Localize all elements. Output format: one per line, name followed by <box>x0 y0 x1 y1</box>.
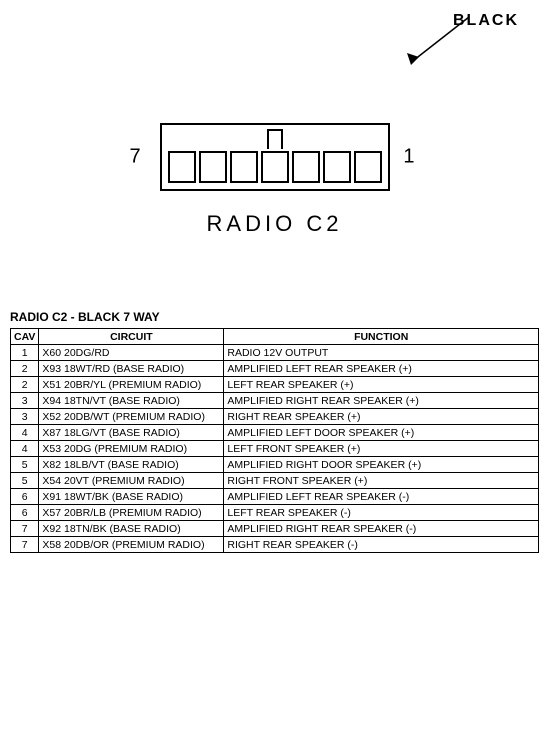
cell-circuit: X51 20BR/YL (PREMIUM RADIO) <box>39 377 224 393</box>
cell-function: LEFT FRONT SPEAKER (+) <box>224 441 539 457</box>
table-row: 5X82 18LB/VT (BASE RADIO)AMPLIFIED RIGHT… <box>11 457 539 473</box>
connector-pin-2 <box>199 151 227 183</box>
connector-diagram: 7 1 <box>160 123 390 191</box>
cell-circuit: X58 20DB/OR (PREMIUM RADIO) <box>39 537 224 553</box>
cell-circuit: X57 20BR/LB (PREMIUM RADIO) <box>39 505 224 521</box>
arrow-diagram <box>339 5 519 85</box>
cell-cav: 4 <box>11 425 39 441</box>
diagram-area: BLACK 7 1 <box>0 0 549 300</box>
header-function: FUNCTION <box>224 329 539 345</box>
cell-cav: 2 <box>11 361 39 377</box>
table-row: 3X94 18TN/VT (BASE RADIO)AMPLIFIED RIGHT… <box>11 393 539 409</box>
cell-cav: 4 <box>11 441 39 457</box>
cell-cav: 6 <box>11 489 39 505</box>
table-row: 7X92 18TN/BK (BASE RADIO)AMPLIFIED RIGHT… <box>11 521 539 537</box>
cell-function: RIGHT FRONT SPEAKER (+) <box>224 473 539 489</box>
connector-pin-7 <box>354 151 382 183</box>
radio-label: RADIO C2 <box>207 211 343 237</box>
connector-pin-4 <box>261 151 289 183</box>
connector-pins-row <box>168 151 382 183</box>
table-row: 2X93 18WT/RD (BASE RADIO)AMPLIFIED LEFT … <box>11 361 539 377</box>
cell-circuit: X54 20VT (PREMIUM RADIO) <box>39 473 224 489</box>
cell-circuit: X91 18WT/BK (BASE RADIO) <box>39 489 224 505</box>
header-cav: CAV <box>11 329 39 345</box>
cell-function: AMPLIFIED LEFT DOOR SPEAKER (+) <box>224 425 539 441</box>
cell-cav: 1 <box>11 345 39 361</box>
connector-body <box>160 123 390 191</box>
connector-pin-3 <box>230 151 258 183</box>
table-title: RADIO C2 - BLACK 7 WAY <box>10 310 539 324</box>
cell-function: LEFT REAR SPEAKER (-) <box>224 505 539 521</box>
cell-circuit: X87 18LG/VT (BASE RADIO) <box>39 425 224 441</box>
cell-circuit: X92 18TN/BK (BASE RADIO) <box>39 521 224 537</box>
table-row: 2X51 20BR/YL (PREMIUM RADIO)LEFT REAR SP… <box>11 377 539 393</box>
cell-cav: 5 <box>11 473 39 489</box>
page: BLACK 7 1 <box>0 0 549 750</box>
cell-function: RIGHT REAR SPEAKER (+) <box>224 409 539 425</box>
cell-circuit: X82 18LB/VT (BASE RADIO) <box>39 457 224 473</box>
cell-function: AMPLIFIED RIGHT REAR SPEAKER (+) <box>224 393 539 409</box>
table-row: 4X53 20DG (PREMIUM RADIO)LEFT FRONT SPEA… <box>11 441 539 457</box>
header-circuit: CIRCUIT <box>39 329 224 345</box>
cell-circuit: X93 18WT/RD (BASE RADIO) <box>39 361 224 377</box>
cell-cav: 7 <box>11 537 39 553</box>
table-row: 5X54 20VT (PREMIUM RADIO)RIGHT FRONT SPE… <box>11 473 539 489</box>
cell-function: RADIO 12V OUTPUT <box>224 345 539 361</box>
connector-pin-5 <box>292 151 320 183</box>
wiring-table: CAV CIRCUIT FUNCTION 1X60 20DG/RDRADIO 1… <box>10 328 539 553</box>
cell-circuit: X60 20DG/RD <box>39 345 224 361</box>
cell-circuit: X52 20DB/WT (PREMIUM RADIO) <box>39 409 224 425</box>
cell-circuit: X53 20DG (PREMIUM RADIO) <box>39 441 224 457</box>
cell-cav: 3 <box>11 393 39 409</box>
table-row: 3X52 20DB/WT (PREMIUM RADIO)RIGHT REAR S… <box>11 409 539 425</box>
table-row: 6X91 18WT/BK (BASE RADIO)AMPLIFIED LEFT … <box>11 489 539 505</box>
cell-function: AMPLIFIED LEFT REAR SPEAKER (+) <box>224 361 539 377</box>
cell-cav: 7 <box>11 521 39 537</box>
connector-pin-1 <box>168 151 196 183</box>
table-row: 7X58 20DB/OR (PREMIUM RADIO)RIGHT REAR S… <box>11 537 539 553</box>
table-row: 4X87 18LG/VT (BASE RADIO)AMPLIFIED LEFT … <box>11 425 539 441</box>
pin-number-left: 7 <box>130 146 141 169</box>
table-section: RADIO C2 - BLACK 7 WAY CAV CIRCUIT FUNCT… <box>0 310 549 553</box>
cell-cav: 3 <box>11 409 39 425</box>
cell-cav: 6 <box>11 505 39 521</box>
cell-cav: 2 <box>11 377 39 393</box>
pin-number-right: 1 <box>403 146 414 169</box>
cell-cav: 5 <box>11 457 39 473</box>
connector-pin-6 <box>323 151 351 183</box>
cell-function: AMPLIFIED RIGHT DOOR SPEAKER (+) <box>224 457 539 473</box>
cell-function: LEFT REAR SPEAKER (+) <box>224 377 539 393</box>
cell-circuit: X94 18TN/VT (BASE RADIO) <box>39 393 224 409</box>
connector-top-pin <box>267 129 283 149</box>
cell-function: AMPLIFIED RIGHT REAR SPEAKER (-) <box>224 521 539 537</box>
cell-function: RIGHT REAR SPEAKER (-) <box>224 537 539 553</box>
table-row: 1X60 20DG/RDRADIO 12V OUTPUT <box>11 345 539 361</box>
cell-function: AMPLIFIED LEFT REAR SPEAKER (-) <box>224 489 539 505</box>
table-row: 6X57 20BR/LB (PREMIUM RADIO)LEFT REAR SP… <box>11 505 539 521</box>
